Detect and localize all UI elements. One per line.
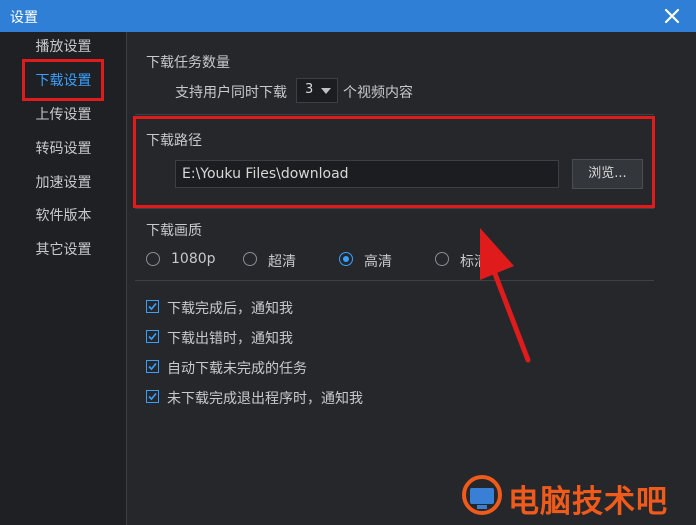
title-bar: 设置 xyxy=(0,0,696,32)
checkbox-auto-resume[interactable] xyxy=(146,360,159,373)
checkbox-label-notify-complete: 下载完成后，通知我 xyxy=(167,301,293,317)
radio-label-1080p: 1080p xyxy=(171,251,216,267)
download-tasks-heading: 下载任务数量 xyxy=(146,55,230,71)
radio-hd[interactable] xyxy=(339,252,353,266)
chevron-down-icon xyxy=(321,88,331,94)
checkbox-label-notify-error: 下载出错时，通知我 xyxy=(167,331,293,347)
sidebar-item-transcode[interactable]: 转码设置 xyxy=(0,134,127,164)
window-title: 设置 xyxy=(10,10,38,26)
download-tasks-prefix: 支持用户同时下载 xyxy=(175,85,287,101)
checkbox-notify-error[interactable] xyxy=(146,330,159,343)
annotation-highlight-sidebar xyxy=(22,59,104,101)
radio-label-super-hd: 超清 xyxy=(268,254,296,270)
radio-super-hd[interactable] xyxy=(243,252,257,266)
annotation-arrow-icon xyxy=(480,228,531,363)
checkbox-notify-complete[interactable] xyxy=(146,300,159,313)
concurrent-downloads-select[interactable]: 3 xyxy=(296,78,338,103)
checkbox-label-notify-exit: 未下载完成退出程序时，通知我 xyxy=(167,391,363,407)
concurrent-downloads-value: 3 xyxy=(305,82,314,97)
radio-label-hd: 高清 xyxy=(364,254,392,270)
sidebar-item-version[interactable]: 软件版本 xyxy=(0,201,127,231)
checkbox-notify-exit[interactable] xyxy=(146,390,159,403)
settings-sidebar: 播放设置 下载设置 上传设置 转码设置 加速设置 软件版本 其它设置 xyxy=(0,32,127,525)
watermark-text: 电脑技术吧 xyxy=(508,484,668,520)
radio-1080p[interactable] xyxy=(146,252,160,266)
radio-sd[interactable] xyxy=(435,252,449,266)
divider xyxy=(135,208,654,209)
sidebar-item-acceleration[interactable]: 加速设置 xyxy=(0,168,127,198)
download-tasks-suffix: 个视频内容 xyxy=(343,85,413,101)
checkbox-label-auto-resume: 自动下载未完成的任务 xyxy=(167,361,307,377)
sidebar-item-other[interactable]: 其它设置 xyxy=(0,235,127,265)
sidebar-item-upload[interactable]: 上传设置 xyxy=(0,100,127,130)
sidebar-item-playback[interactable]: 播放设置 xyxy=(0,32,127,62)
divider xyxy=(135,280,654,281)
divider xyxy=(135,114,654,115)
annotation-highlight-path xyxy=(133,116,655,208)
close-icon[interactable] xyxy=(660,4,684,28)
quality-heading: 下载画质 xyxy=(146,223,202,239)
